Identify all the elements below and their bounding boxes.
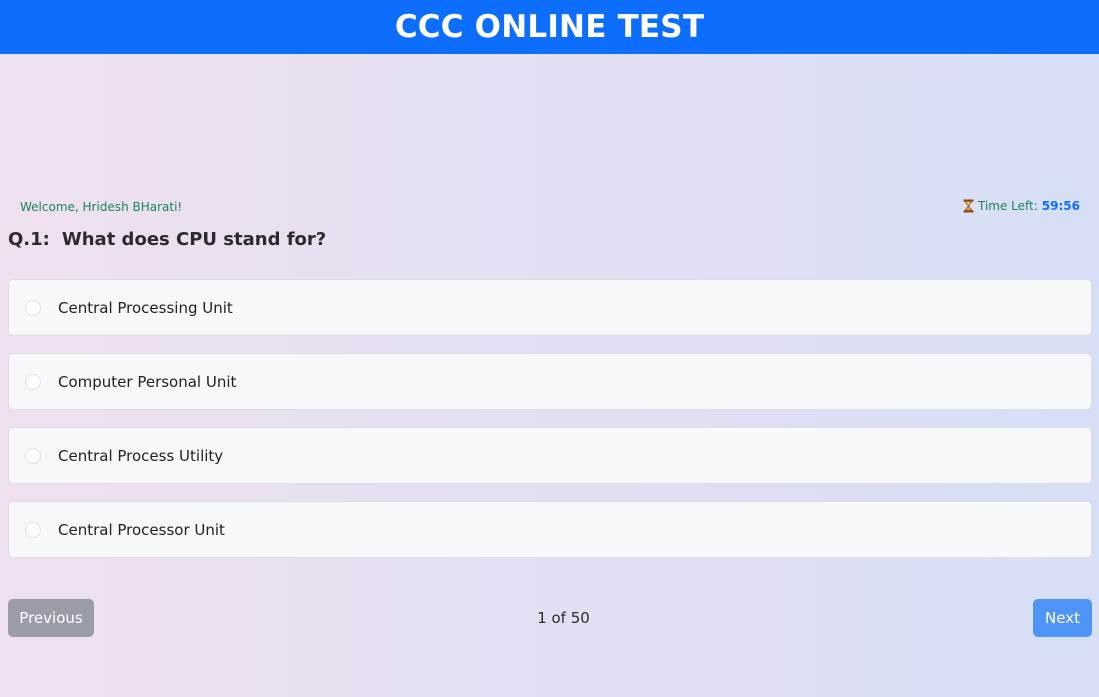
next-button[interactable]: Next <box>1033 599 1092 637</box>
radio-button[interactable] <box>25 373 41 390</box>
welcome-message: Welcome, Hridesh BHarati! <box>20 200 183 214</box>
radio-button[interactable] <box>25 447 41 464</box>
timer: Time Left: 59:56 <box>963 199 1080 213</box>
timer-value: 59:56 <box>1041 199 1080 213</box>
answer-option-label: Computer Personal Unit <box>58 372 237 391</box>
answer-option[interactable]: Central Processor Unit <box>8 501 1092 558</box>
answer-options: Central Processing Unit Computer Persona… <box>8 279 1092 575</box>
timer-label: Time Left: <box>977 199 1038 213</box>
question: Q.1: What does CPU stand for? <box>8 229 326 250</box>
page-title: CCC ONLINE TEST <box>394 9 705 45</box>
hourglass-icon <box>963 199 974 213</box>
question-number: Q.1: <box>8 229 50 250</box>
answer-option[interactable]: Central Process Utility <box>8 427 1092 484</box>
answer-option[interactable]: Central Processing Unit <box>8 279 1092 336</box>
radio-button[interactable] <box>25 521 41 538</box>
answer-option-label: Central Process Utility <box>58 446 224 465</box>
radio-button[interactable] <box>25 299 41 316</box>
answer-option[interactable]: Computer Personal Unit <box>8 353 1092 410</box>
page-indicator: 1 of 50 <box>537 609 590 627</box>
page-header: CCC ONLINE TEST <box>0 0 1099 54</box>
question-text: What does CPU stand for? <box>61 229 327 250</box>
answer-option-label: Central Processing Unit <box>58 298 233 317</box>
answer-option-label: Central Processor Unit <box>58 520 225 539</box>
